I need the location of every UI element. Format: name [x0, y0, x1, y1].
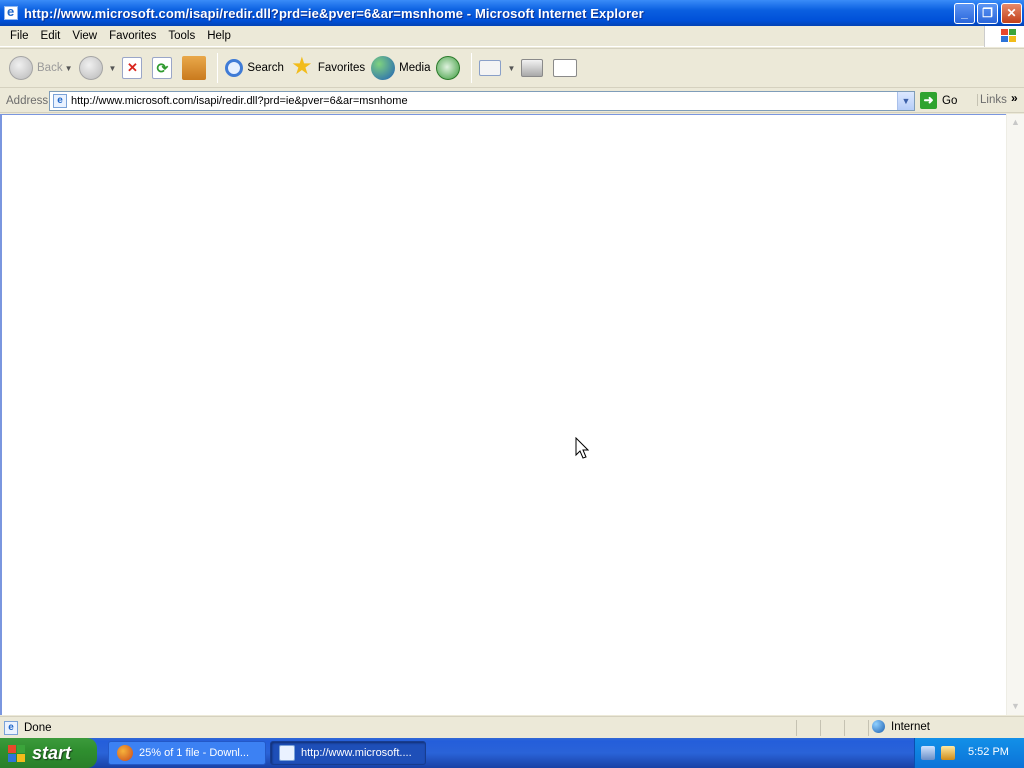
edit-button[interactable] [550, 51, 584, 85]
status-pane-divider [868, 720, 869, 736]
address-field[interactable]: e ▼ [49, 91, 915, 111]
windows-flag-icon [8, 744, 26, 762]
back-label: Back [37, 62, 63, 74]
network-icon[interactable] [921, 746, 935, 760]
forward-arrow-icon [78, 56, 103, 80]
status-bar: e Done Internet [0, 716, 1024, 738]
window-title: http://www.microsoft.com/isapi/redir.dll… [24, 5, 644, 21]
print-icon [521, 59, 544, 77]
go-arrow-icon: ➜ [920, 92, 937, 109]
status-pane-divider [796, 720, 797, 736]
internet-globe-icon [872, 720, 885, 733]
status-pane-divider [820, 720, 821, 736]
address-bar: Address e ▼ ➜ Go Links » [0, 89, 1024, 113]
back-dropdown-icon[interactable]: ▼ [65, 64, 73, 73]
mail-icon [479, 60, 502, 76]
firefox-icon [117, 745, 133, 761]
page-status-icon: e [4, 720, 18, 735]
browser-window: http://www.microsoft.com/isapi/redir.dll… [0, 0, 1024, 738]
ie-page-icon [279, 745, 295, 761]
print-button[interactable] [518, 51, 550, 85]
media-button[interactable]: Media [368, 51, 433, 85]
stop-icon: ✕ [122, 57, 143, 79]
stop-button[interactable]: ✕ [119, 51, 149, 85]
forward-button[interactable]: ▼ [76, 51, 120, 85]
mail-button[interactable]: ▼ [476, 51, 518, 85]
standard-toolbar: Back ▼ ▼ ✕ ⟳ Search ★ Favorites Media ▼ [0, 48, 1024, 88]
menu-file[interactable]: File [4, 30, 35, 42]
zone-label: Internet [891, 720, 930, 733]
system-tray: 5:52 PM [914, 738, 1024, 768]
toolbar-separator [471, 53, 473, 83]
menu-view[interactable]: View [66, 30, 103, 42]
address-input[interactable] [71, 95, 891, 107]
address-label: Address [6, 94, 49, 107]
search-button[interactable]: Search [222, 51, 286, 85]
address-dropdown-icon[interactable]: ▼ [897, 92, 914, 110]
page-content[interactable] [0, 114, 1006, 715]
status-text: Done [24, 721, 52, 734]
menu-bar: File Edit View Favorites Tools Help [0, 26, 1024, 47]
vertical-scrollbar[interactable]: ▲ ▼ [1006, 114, 1024, 715]
ie-icon [4, 4, 18, 20]
menu-tools[interactable]: Tools [162, 30, 201, 42]
security-alert-icon[interactable] [941, 746, 955, 760]
toolbar-separator [217, 53, 219, 83]
menu-help[interactable]: Help [201, 30, 237, 42]
start-button[interactable]: start [0, 738, 97, 768]
taskbar-item-ie[interactable]: http://www.microsoft.... [270, 741, 426, 765]
mail-dropdown-icon[interactable]: ▼ [507, 64, 515, 73]
minimize-button[interactable]: _ [954, 3, 975, 24]
close-button[interactable]: ✕ [1001, 3, 1022, 24]
go-button[interactable]: ➜ Go [920, 92, 957, 109]
search-icon [225, 59, 244, 77]
media-globe-icon [371, 56, 396, 80]
taskbar: start 25% of 1 file - Downl... http://ww… [0, 738, 1024, 768]
favorites-star-icon: ★ [291, 53, 313, 80]
media-label: Media [399, 62, 431, 74]
mouse-cursor-icon [575, 437, 589, 459]
task-label: 25% of 1 file - Downl... [139, 747, 250, 759]
security-zone: Internet [872, 720, 930, 733]
search-label: Search [247, 62, 284, 74]
scroll-up-icon[interactable]: ▲ [1007, 114, 1024, 131]
maximize-button[interactable]: ❐ [977, 3, 998, 24]
refresh-icon: ⟳ [152, 57, 173, 79]
menu-favorites[interactable]: Favorites [103, 30, 162, 42]
taskbar-item-download[interactable]: 25% of 1 file - Downl... [108, 741, 266, 765]
home-icon [182, 56, 207, 80]
history-button[interactable] [433, 51, 467, 85]
history-icon [436, 56, 461, 80]
windows-logo-icon [984, 26, 1024, 47]
favorites-label: Favorites [317, 62, 366, 74]
task-label: http://www.microsoft.... [301, 747, 412, 759]
links-chevron-icon[interactable]: » [1011, 91, 1018, 105]
status-message: e Done [0, 720, 52, 735]
home-button[interactable] [179, 51, 213, 85]
links-button[interactable]: Links [977, 94, 1007, 106]
back-arrow-icon [9, 56, 33, 80]
scroll-down-icon[interactable]: ▼ [1007, 698, 1024, 715]
favorites-button[interactable]: ★ Favorites [287, 51, 368, 85]
page-icon: e [53, 94, 67, 108]
menu-edit[interactable]: Edit [35, 30, 67, 42]
title-bar[interactable]: http://www.microsoft.com/isapi/redir.dll… [0, 0, 1024, 26]
forward-dropdown-icon[interactable]: ▼ [109, 64, 117, 73]
clock[interactable]: 5:52 PM [968, 746, 1009, 758]
start-label: start [32, 742, 72, 763]
edit-icon [553, 59, 578, 77]
status-pane-divider [844, 720, 845, 736]
back-button[interactable]: Back ▼ [6, 51, 76, 85]
refresh-button[interactable]: ⟳ [149, 51, 179, 85]
go-label: Go [942, 94, 958, 107]
